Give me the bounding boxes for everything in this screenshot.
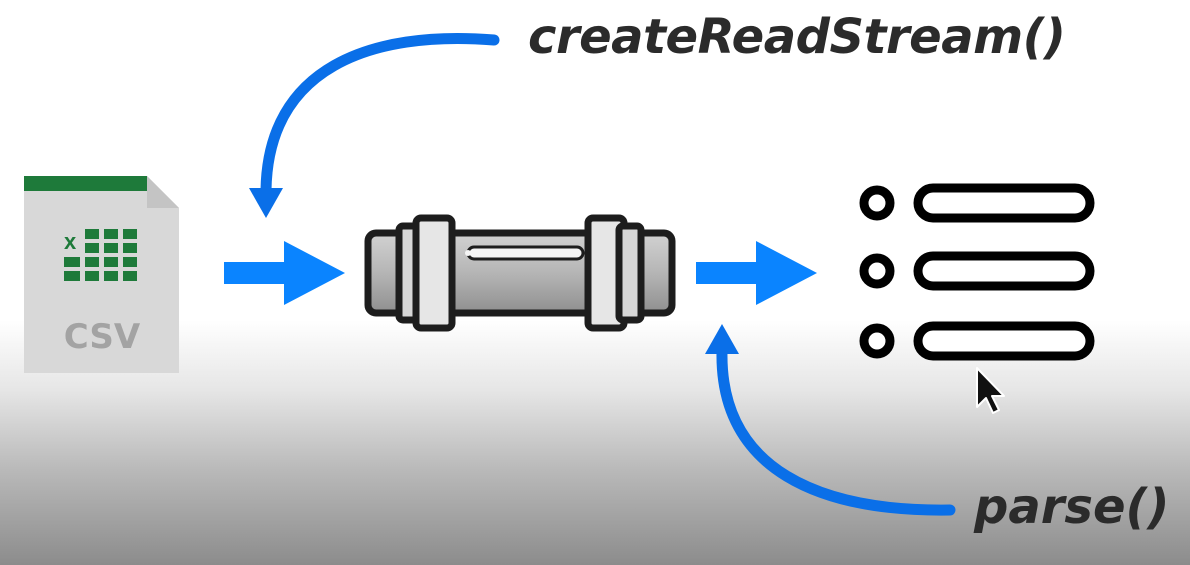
curved-arrow-up-icon	[705, 324, 956, 516]
arrow-right-icon	[224, 241, 345, 305]
csv-label: CSV	[64, 317, 141, 357]
arrow-right-icon	[696, 241, 817, 305]
curved-arrow-down-icon	[249, 32, 500, 218]
mouse-pointer-icon	[976, 367, 1005, 414]
excel-x-letter: x	[64, 229, 77, 254]
parse-label: parse()	[974, 479, 1170, 535]
create-read-stream-label: createReadStream()	[528, 9, 1066, 65]
list-icon	[859, 183, 1095, 361]
pipe-icon	[364, 214, 676, 332]
csv-file-icon: x CSV	[24, 176, 179, 373]
